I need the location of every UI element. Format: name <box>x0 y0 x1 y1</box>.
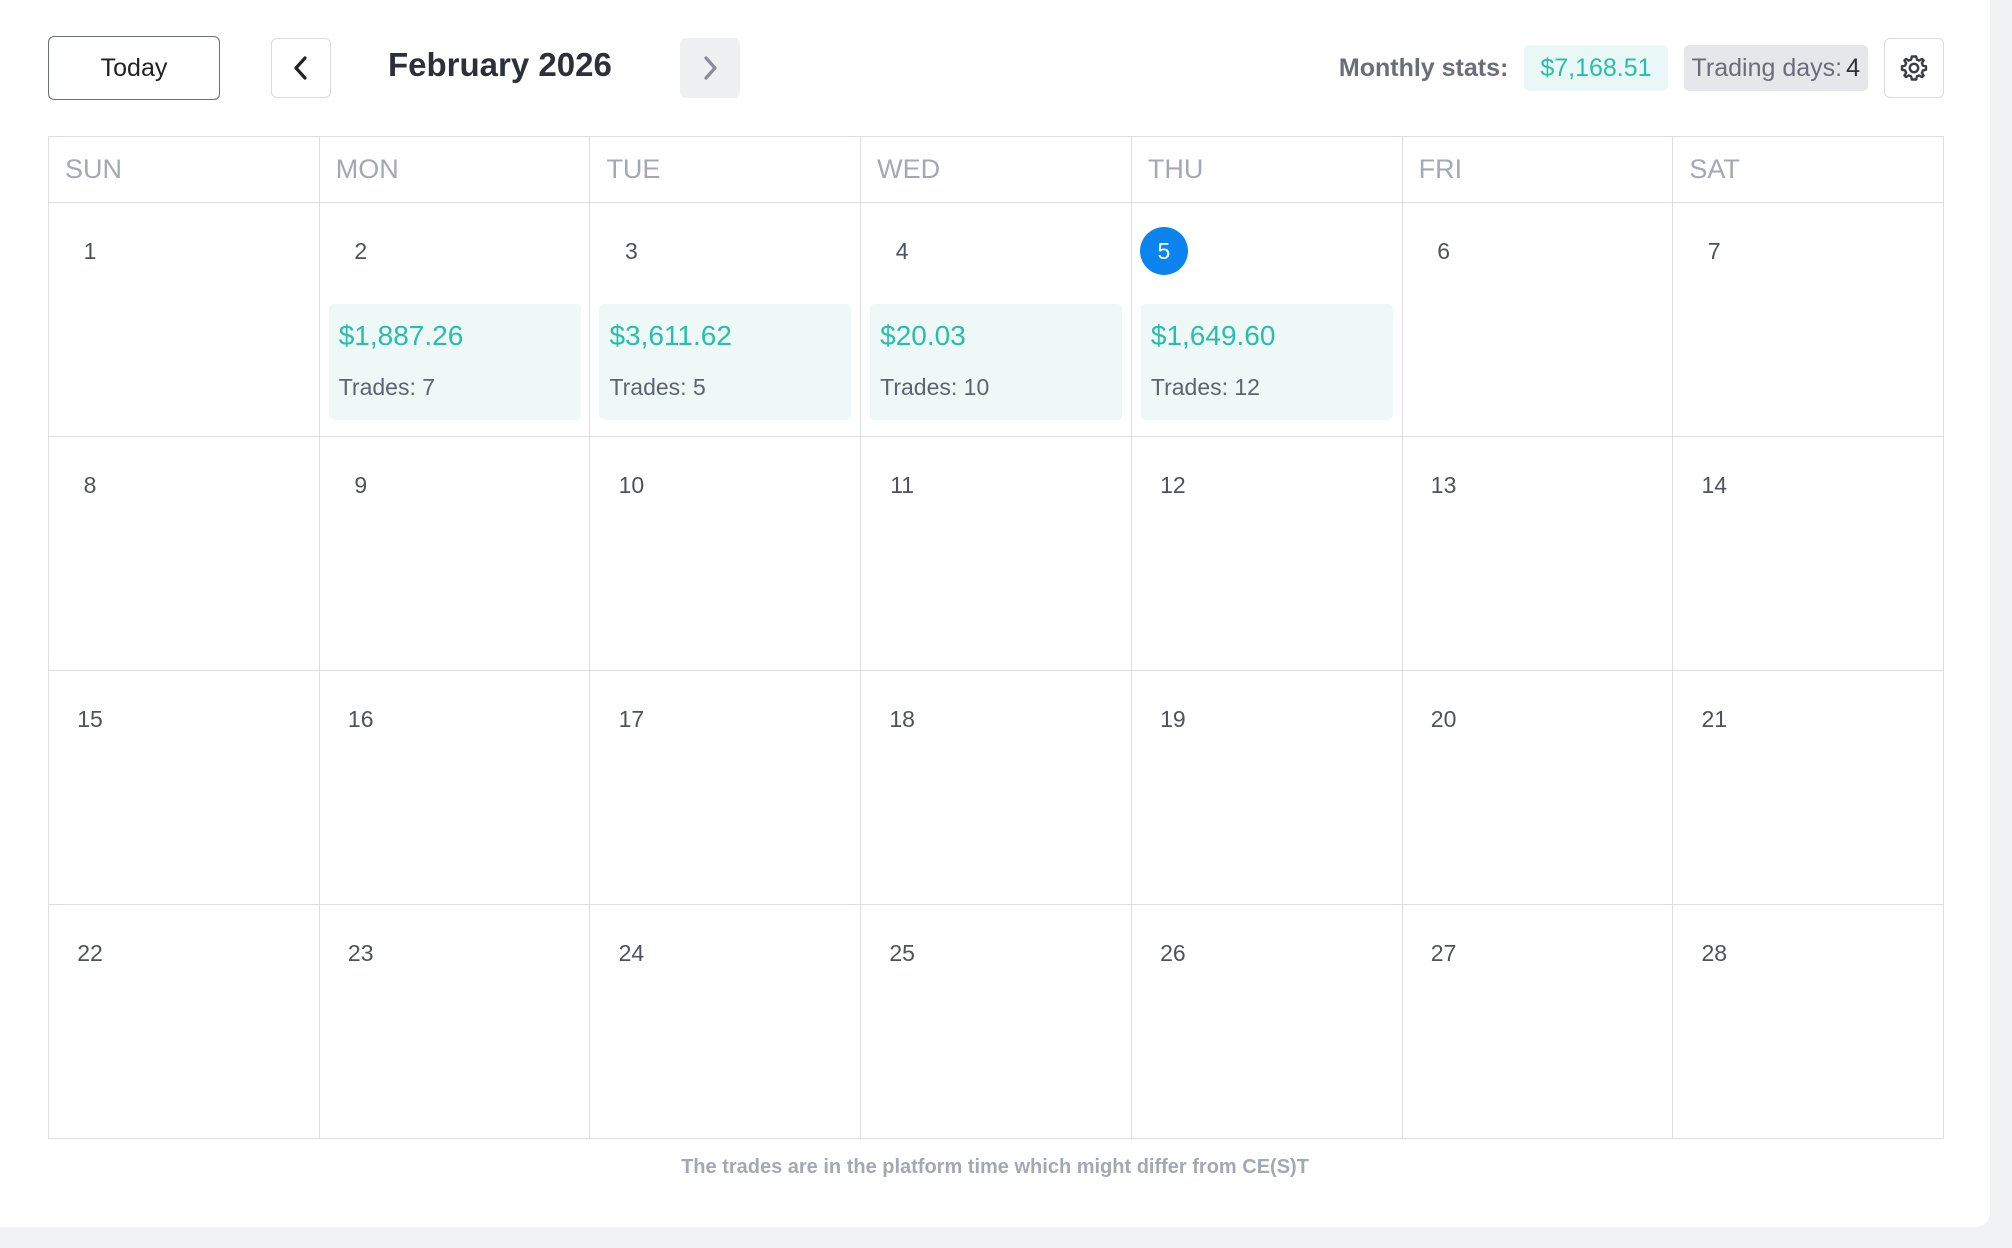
day-number: 18 <box>889 705 915 732</box>
day-number: 21 <box>1701 705 1728 732</box>
day-cell[interactable]: 7 <box>1673 203 1945 437</box>
daily-trade-summary[interactable]: $20.03 Trades: 10 <box>870 304 1123 420</box>
day-number: 25 <box>889 939 915 966</box>
daily-pnl: $1,649.60 <box>1150 320 1276 351</box>
day-cell[interactable]: 13 <box>1402 437 1674 671</box>
calendar-card: Today February 2026 Monthly stats: $7,16… <box>0 0 1990 1227</box>
trading-days-value: 4 <box>1846 53 1860 82</box>
day-cell[interactable]: 4 $20.03 Trades: 10 <box>861 203 1132 437</box>
day-number: 28 <box>1701 939 1728 966</box>
day-number: 17 <box>618 705 645 732</box>
day-cell[interactable]: 16 <box>319 671 591 905</box>
day-number: 12 <box>1160 471 1186 498</box>
daily-trade-count: Trades: 5 <box>609 374 706 400</box>
day-number: 2 <box>354 237 368 264</box>
day-cell[interactable]: 10 <box>590 437 862 671</box>
day-cell[interactable]: 2 $1,887.26 Trades: 7 <box>319 203 591 437</box>
today-button[interactable]: Today <box>48 36 220 100</box>
weekday-header-thu: THU <box>1131 137 1403 203</box>
day-number: 23 <box>347 939 374 966</box>
chevron-left-icon <box>294 56 307 80</box>
day-cell[interactable]: 26 <box>1131 905 1403 1139</box>
daily-pnl: $1,887.26 <box>338 320 464 351</box>
day-number: 8 <box>83 471 97 498</box>
day-cell[interactable]: 1 <box>49 203 320 437</box>
daily-trade-summary[interactable]: $1,887.26 Trades: 7 <box>328 304 581 420</box>
today-day-number: 5 <box>1139 227 1188 275</box>
monthly-pnl-badge: $7,168.51 <box>1524 45 1668 91</box>
daily-trade-count: Trades: 10 <box>880 374 990 400</box>
previous-month-button[interactable] <box>271 38 331 98</box>
weekday-header-mon: MON <box>319 137 591 203</box>
settings-button[interactable] <box>1884 38 1944 98</box>
daily-trade-count: Trades: 12 <box>1150 374 1260 400</box>
daily-trade-summary[interactable]: $3,611.62 Trades: 5 <box>599 304 852 420</box>
day-cell[interactable]: 28 <box>1673 905 1945 1139</box>
day-number: 11 <box>890 471 915 498</box>
day-number: 26 <box>1160 939 1186 966</box>
weekday-header-sat: SAT <box>1673 137 1945 203</box>
day-cell[interactable]: 20 <box>1402 671 1674 905</box>
day-number: 9 <box>354 471 368 498</box>
day-cell[interactable]: 19 <box>1131 671 1403 905</box>
next-month-button[interactable] <box>680 38 740 98</box>
day-number: 1 <box>83 237 97 264</box>
day-number: 19 <box>1160 705 1186 732</box>
daily-trade-summary[interactable]: $1,649.60 Trades: 12 <box>1140 304 1393 420</box>
calendar-grid: SUN MON TUE WED THU FRI SAT 1 2 $1,887.26 Trades:… <box>48 136 1945 1139</box>
day-cell[interactable]: 23 <box>319 905 591 1139</box>
weekday-header-sun: SUN <box>49 137 320 203</box>
daily-trade-count: Trades: 7 <box>338 374 436 400</box>
weekday-header-wed: WED <box>861 137 1132 203</box>
day-cell[interactable]: 11 <box>861 437 1132 671</box>
daily-pnl: $20.03 <box>880 320 966 351</box>
weekday-header-row: SUN MON TUE WED THU FRI SAT <box>49 137 1945 203</box>
day-number: 6 <box>1437 237 1450 264</box>
day-cell[interactable]: 5 $1,649.60 Trades: 12 <box>1131 203 1403 437</box>
day-cell[interactable]: 27 <box>1402 905 1674 1139</box>
daily-pnl: $3,611.62 <box>609 320 732 351</box>
week-row: 1 2 $1,887.26 Trades: 7 3 $3,611.62 Trades: 5 4… <box>49 203 1945 437</box>
day-number: 15 <box>77 705 103 732</box>
day-number: 24 <box>618 939 645 966</box>
monthly-stats-label: Monthly stats: <box>1338 53 1509 82</box>
day-number: 16 <box>347 705 374 732</box>
weekday-header-tue: TUE <box>590 137 862 203</box>
day-cell[interactable]: 9 <box>319 437 591 671</box>
timezone-footnote: The trades are in the platform time whic… <box>681 1156 1309 1178</box>
calendar-toolbar: Today February 2026 Monthly stats: $7,16… <box>48 36 1944 104</box>
day-cell[interactable]: 21 <box>1673 671 1945 905</box>
week-row: 22 23 24 25 26 27 28 <box>49 905 1945 1139</box>
day-cell[interactable]: 22 <box>49 905 320 1139</box>
day-number: 10 <box>618 471 645 498</box>
trading-days-badge: Trading days: 4 <box>1683 45 1868 91</box>
day-number: 22 <box>77 939 103 966</box>
day-cell[interactable]: 12 <box>1131 437 1403 671</box>
day-number: 13 <box>1430 471 1457 498</box>
day-number: 14 <box>1701 471 1728 498</box>
chevron-right-icon <box>704 56 717 80</box>
day-cell[interactable]: 15 <box>49 671 320 905</box>
week-row: 8 9 10 11 12 13 14 <box>49 437 1945 671</box>
gear-icon <box>1900 55 1928 81</box>
day-number: 3 <box>625 237 638 264</box>
day-cell[interactable]: 14 <box>1673 437 1945 671</box>
day-cell[interactable]: 17 <box>590 671 862 905</box>
week-row: 15 16 17 18 19 20 21 <box>49 671 1945 905</box>
month-title: February 2026 <box>388 46 612 83</box>
day-cell[interactable]: 24 <box>590 905 862 1139</box>
day-number: 27 <box>1430 939 1457 966</box>
monthly-stats: Monthly stats: $7,168.51 Trading days: 4 <box>1339 36 1944 100</box>
day-cell[interactable]: 25 <box>861 905 1132 1139</box>
day-cell[interactable]: 18 <box>861 671 1132 905</box>
day-number: 4 <box>895 237 909 264</box>
day-number: 7 <box>1707 237 1721 264</box>
day-cell[interactable]: 8 <box>49 437 320 671</box>
day-number: 20 <box>1430 705 1457 732</box>
day-cell[interactable]: 6 <box>1402 203 1674 437</box>
day-cell[interactable]: 3 $3,611.62 Trades: 5 <box>590 203 862 437</box>
trading-days-label: Trading days: <box>1691 53 1843 82</box>
weekday-header-fri: FRI <box>1402 137 1674 203</box>
